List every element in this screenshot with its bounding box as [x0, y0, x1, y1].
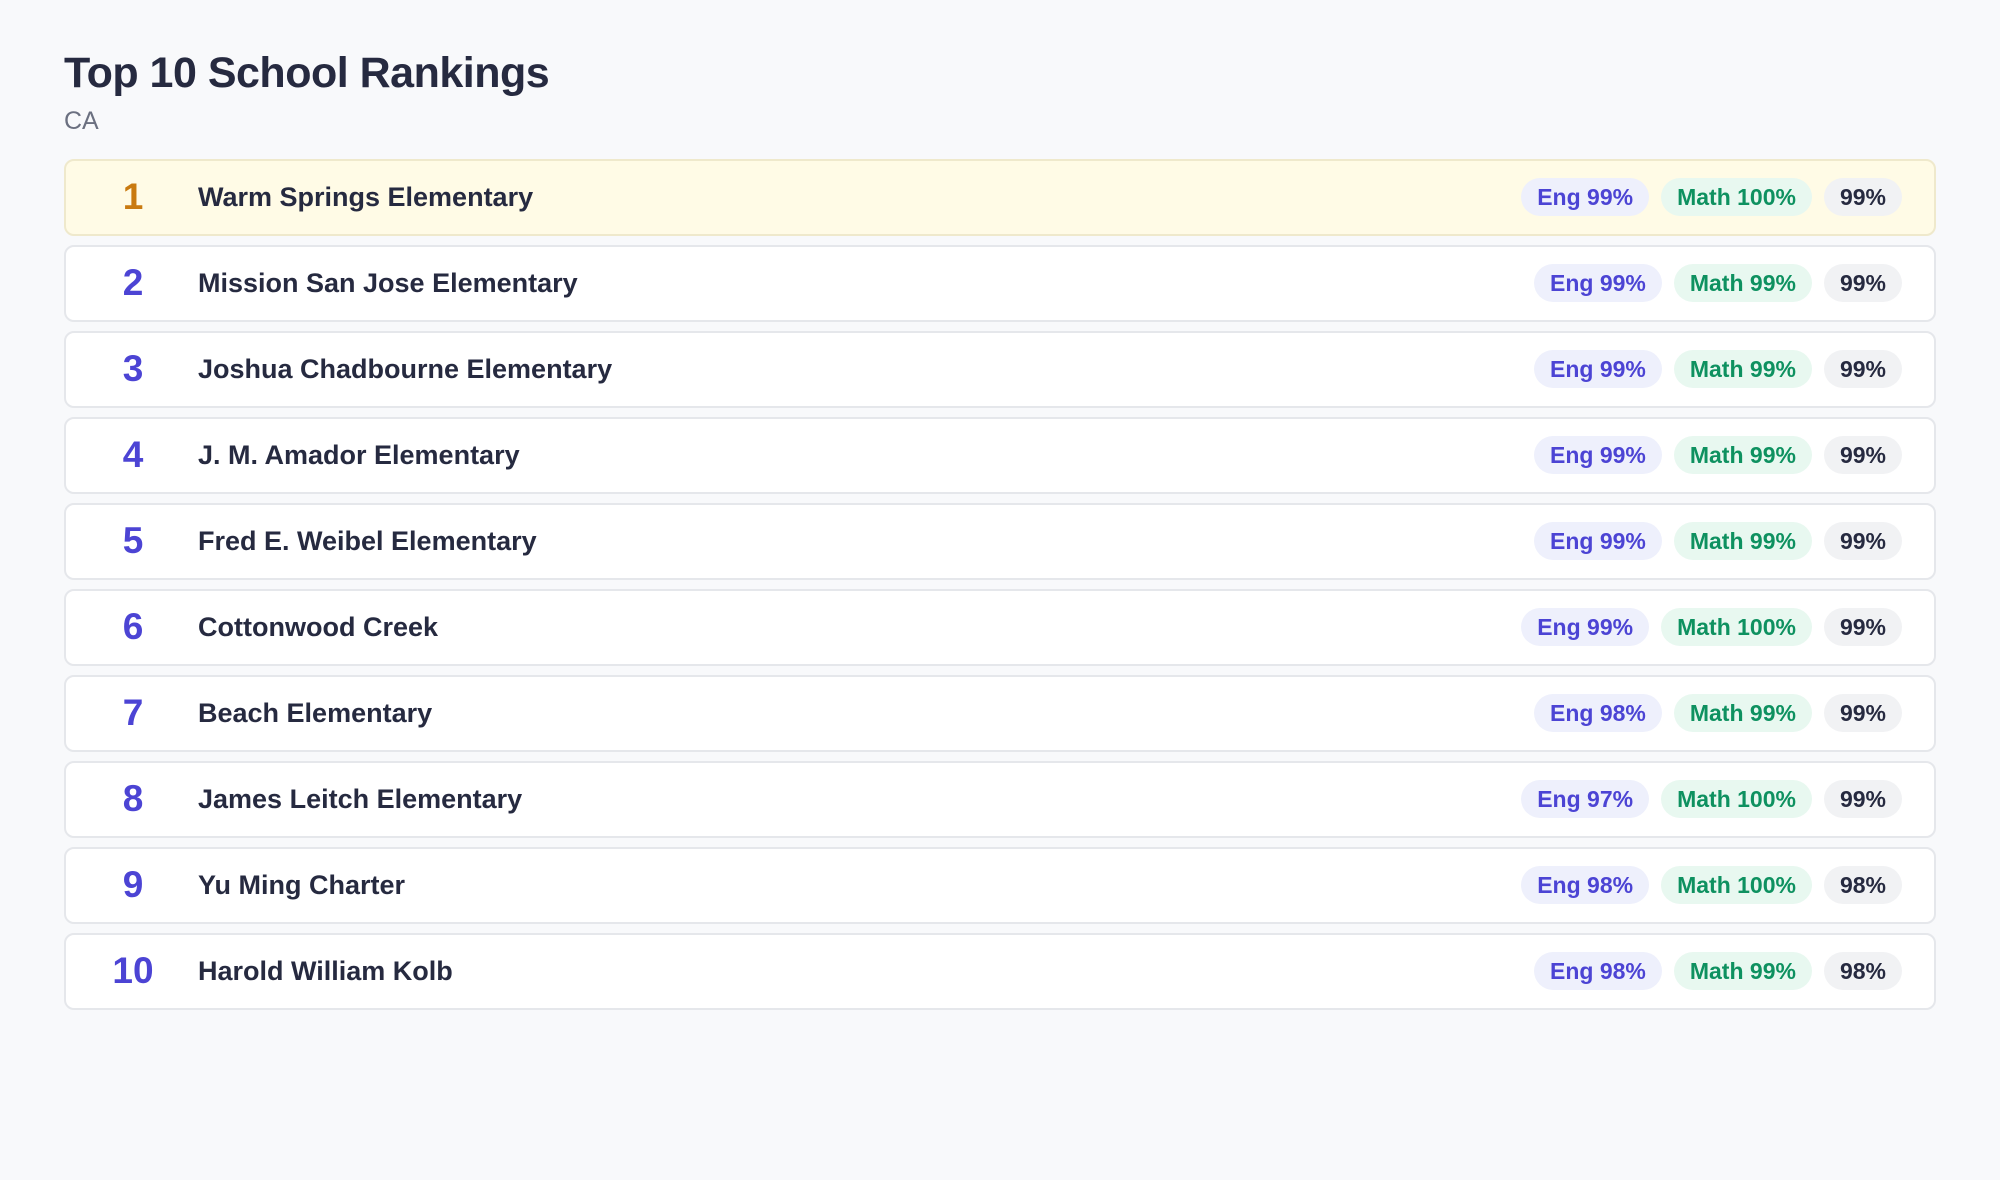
english-score-badge: Eng 98% — [1521, 866, 1650, 905]
school-name: Cottonwood Creek — [198, 611, 438, 642]
school-name: J. M. Amador Elementary — [198, 439, 520, 470]
school-name: James Leitch Elementary — [198, 783, 523, 814]
math-score-badge: Math 100% — [1661, 608, 1812, 647]
rank-number: 4 — [122, 434, 144, 476]
school-name: Warm Springs Elementary — [198, 181, 534, 212]
page-subtitle-state: CA — [64, 107, 99, 136]
english-score-badge: Eng 99% — [1533, 350, 1662, 389]
rank-number: 9 — [122, 864, 144, 906]
english-score-badge: Eng 98% — [1533, 952, 1662, 991]
score-badges: Eng 99% Math 99% 99% — [1533, 350, 1934, 389]
math-score-badge: Math 100% — [1661, 866, 1812, 905]
school-name: Joshua Chadbourne Elementary — [198, 353, 613, 384]
overall-score-badge: 99% — [1823, 694, 1902, 733]
math-score-badge: Math 100% — [1661, 178, 1812, 217]
math-score-badge: Math 99% — [1673, 264, 1812, 303]
score-badges: Eng 99% Math 99% 99% — [1533, 522, 1934, 561]
ranking-row[interactable]: 2 Mission San Jose Elementary Eng 99% Ma… — [64, 244, 1936, 322]
score-badges: Eng 99% Math 99% 99% — [1533, 264, 1934, 303]
rank-number: 3 — [122, 348, 144, 390]
english-score-badge: Eng 97% — [1521, 780, 1650, 819]
rank-number: 7 — [122, 692, 144, 734]
rank-number: 1 — [122, 176, 144, 218]
english-score-badge: Eng 99% — [1521, 608, 1650, 647]
overall-score-badge: 99% — [1823, 436, 1902, 475]
overall-score-badge: 98% — [1823, 866, 1902, 905]
math-score-badge: Math 100% — [1661, 780, 1812, 819]
math-score-badge: Math 99% — [1673, 694, 1812, 733]
score-badges: Eng 98% Math 99% 98% — [1533, 952, 1934, 991]
overall-score-badge: 99% — [1823, 264, 1902, 303]
math-score-badge: Math 99% — [1673, 952, 1812, 991]
rank-number: 8 — [122, 778, 144, 820]
school-name: Beach Elementary — [198, 697, 433, 728]
school-name: Yu Ming Charter — [198, 869, 406, 900]
math-score-badge: Math 99% — [1673, 436, 1812, 475]
english-score-badge: Eng 99% — [1533, 264, 1662, 303]
overall-score-badge: 99% — [1823, 178, 1902, 217]
score-badges: Eng 98% Math 99% 99% — [1533, 694, 1934, 733]
overall-score-badge: 99% — [1823, 780, 1902, 819]
rank-number: 10 — [112, 950, 154, 992]
ranking-row[interactable]: 4 J. M. Amador Elementary Eng 99% Math 9… — [64, 416, 1936, 494]
english-score-badge: Eng 99% — [1521, 178, 1650, 217]
rank-number: 5 — [122, 520, 144, 562]
rank-number: 6 — [122, 606, 144, 648]
score-badges: Eng 99% Math 100% 99% — [1521, 178, 1934, 217]
ranking-row[interactable]: 5 Fred E. Weibel Elementary Eng 99% Math… — [64, 502, 1936, 580]
ranking-row[interactable]: 8 James Leitch Elementary Eng 97% Math 1… — [64, 760, 1936, 838]
school-name: Fred E. Weibel Elementary — [198, 525, 537, 556]
score-badges: Eng 99% Math 99% 99% — [1533, 436, 1934, 475]
ranking-row[interactable]: 6 Cottonwood Creek Eng 99% Math 100% 99% — [64, 588, 1936, 666]
rankings-page: Top 10 School Rankings CA 1 Warm Springs… — [64, 49, 1936, 1010]
score-badges: Eng 97% Math 100% 99% — [1521, 780, 1934, 819]
english-score-badge: Eng 98% — [1533, 694, 1662, 733]
score-badges: Eng 98% Math 100% 98% — [1521, 866, 1934, 905]
ranking-row[interactable]: 3 Joshua Chadbourne Elementary Eng 99% M… — [64, 330, 1936, 408]
rankings-list: 1 Warm Springs Elementary Eng 99% Math 1… — [64, 158, 1936, 1010]
overall-score-badge: 98% — [1823, 952, 1902, 991]
ranking-row[interactable]: 1 Warm Springs Elementary Eng 99% Math 1… — [64, 158, 1936, 236]
rank-number: 2 — [122, 262, 144, 304]
english-score-badge: Eng 99% — [1533, 436, 1662, 475]
school-name: Harold William Kolb — [198, 955, 453, 986]
math-score-badge: Math 99% — [1673, 350, 1812, 389]
ranking-row[interactable]: 9 Yu Ming Charter Eng 98% Math 100% 98% — [64, 846, 1936, 924]
score-badges: Eng 99% Math 100% 99% — [1521, 608, 1934, 647]
math-score-badge: Math 99% — [1673, 522, 1812, 561]
overall-score-badge: 99% — [1823, 350, 1902, 389]
overall-score-badge: 99% — [1823, 522, 1902, 561]
school-name: Mission San Jose Elementary — [198, 267, 578, 298]
page-title: Top 10 School Rankings — [64, 49, 550, 97]
overall-score-badge: 99% — [1823, 608, 1902, 647]
ranking-row[interactable]: 10 Harold William Kolb Eng 98% Math 99% … — [64, 932, 1936, 1010]
english-score-badge: Eng 99% — [1533, 522, 1662, 561]
ranking-row[interactable]: 7 Beach Elementary Eng 98% Math 99% 99% — [64, 674, 1936, 752]
